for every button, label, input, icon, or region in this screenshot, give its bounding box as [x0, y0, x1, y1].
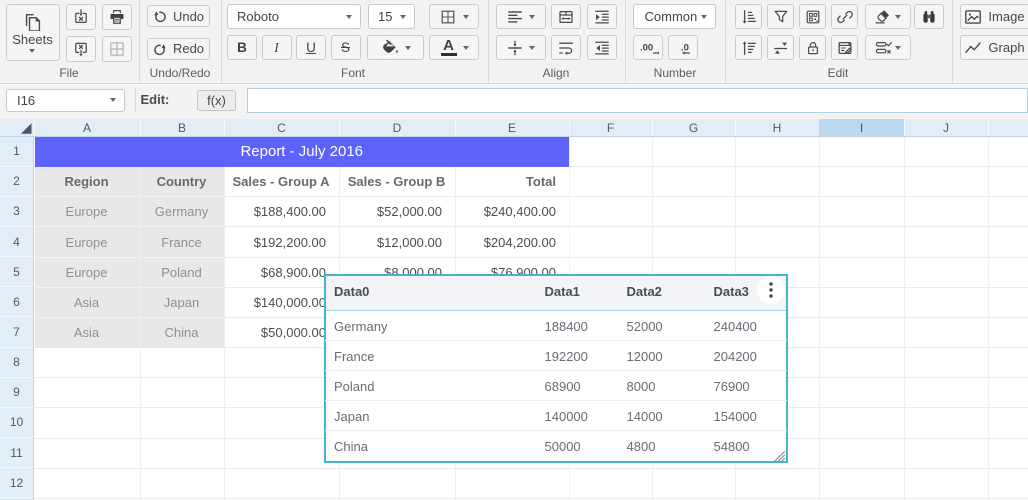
svg-text:.0: .0 [681, 42, 689, 53]
svg-text:.00: .00 [640, 42, 653, 53]
